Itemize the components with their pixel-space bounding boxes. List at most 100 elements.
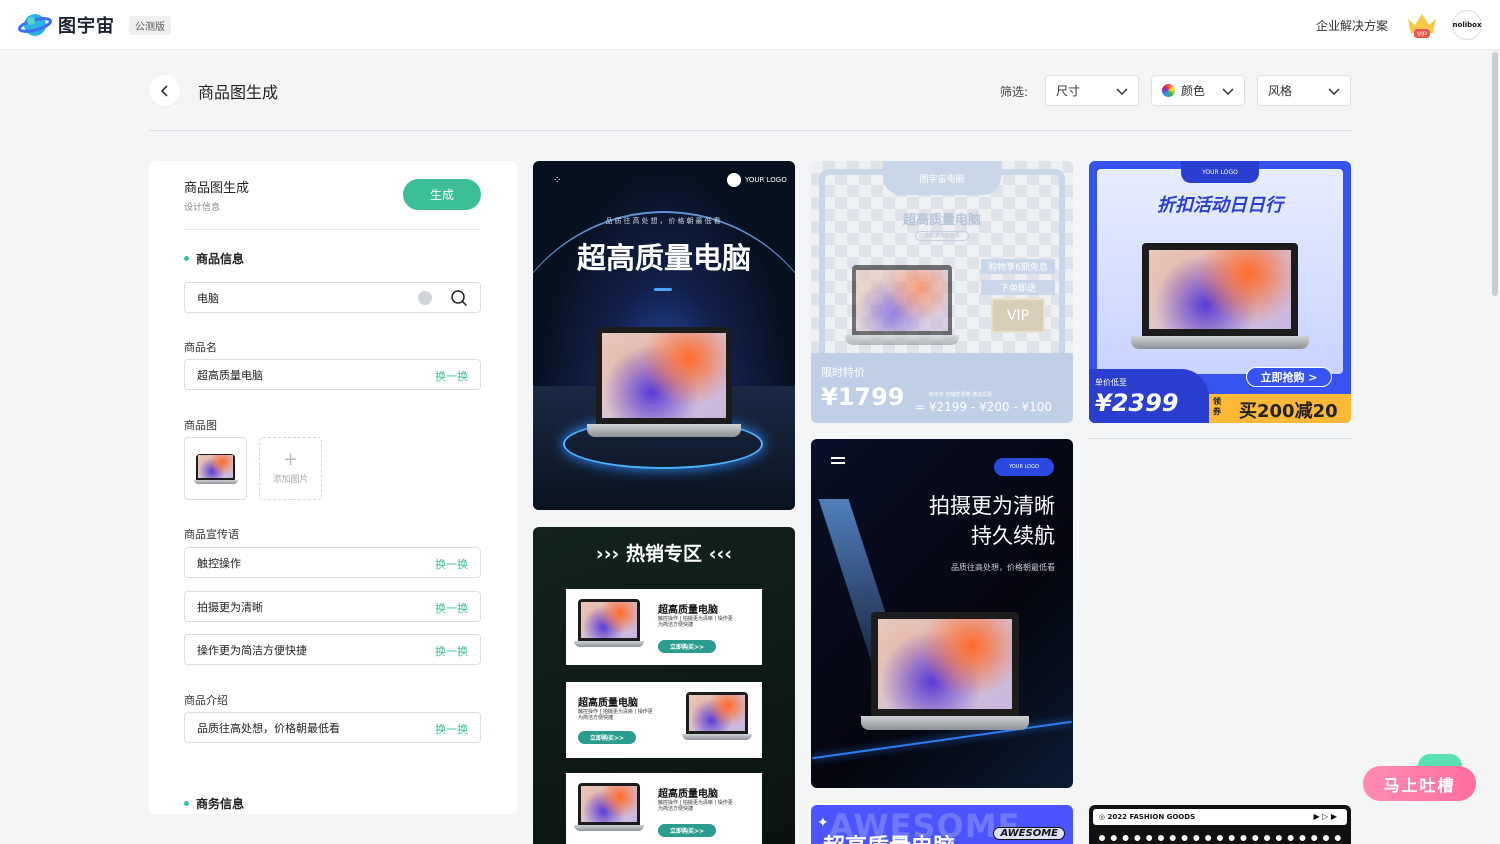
card-title: ››› 热销专区 ‹‹‹ (595, 543, 733, 565)
page-scrollbar[interactable] (1492, 52, 1498, 296)
swap-button[interactable]: 换一换 (435, 643, 468, 659)
enterprise-solutions-link[interactable]: 企业解决方案 (1316, 17, 1388, 34)
item-subtitle: 触控操作 | 拍摄更为清晰 | 操作更为简洁方便快捷 (578, 709, 653, 721)
card-headline-2: 持久续航 (971, 524, 1055, 548)
clear-icon[interactable] (418, 291, 432, 305)
style-select-value: 风格 (1268, 84, 1293, 98)
template-card-5[interactable]: YOUR LOGO 拍摄更为清晰 持久续航 品质往高处想，价格朝最低看 (811, 439, 1073, 788)
color-select[interactable]: 颜色 (1151, 75, 1245, 106)
header-divider (149, 130, 1352, 131)
panel-subtitle: 设计信息 (184, 203, 221, 213)
coupon-text: 买200减20 (1239, 401, 1338, 422)
vip-crown-icon[interactable]: VIP (1406, 11, 1438, 39)
slogan-value: 触控操作 (197, 556, 241, 570)
swap-button[interactable]: 换一换 (435, 556, 468, 572)
card-price-labels: 到手价 店铺优惠券 满减优惠 (929, 392, 993, 398)
back-button[interactable] (149, 75, 180, 106)
add-image-button[interactable]: + 添加图片 (259, 437, 322, 500)
card-price: ¥2399 (1095, 389, 1179, 417)
slogan-field-3[interactable]: 操作更为简洁方便快捷 换一换 (184, 634, 481, 665)
card-tag: 下单即送 (981, 280, 1055, 295)
template-card-3[interactable]: YOUR LOGO 折扣活动日日行 立即抢购 > 单价低至 ¥2399 领券 买… (1089, 161, 1351, 423)
card-badge: AWESOME (993, 827, 1065, 840)
top-nav: 图宇宙 公测版 企业解决方案 VIP nolibox (0, 0, 1500, 50)
laptop-image (574, 599, 644, 647)
slogan-value: 操作更为简洁方便快捷 (197, 643, 307, 657)
item-buy-badge: 立即购买>> (578, 731, 636, 744)
user-avatar[interactable]: nolibox (1452, 10, 1482, 40)
product-item: 超高质量电脑 触控操作 | 拍摄更为清晰 | 操作更为简洁方便快捷 立即购买>> (566, 682, 762, 758)
chevron-down-icon (1116, 88, 1128, 96)
card-price: ¥1799 (821, 383, 905, 411)
item-title: 超高质量电脑 (578, 698, 638, 709)
grid-dots-icon: ⁘ (553, 175, 562, 186)
product-item: 超高质量电脑 触控操作 | 拍摄更为清晰 | 操作更为简洁方便快捷 立即购买>> (566, 773, 762, 844)
beta-badge: 公测版 (129, 15, 171, 35)
intro-value: 品质往高处想，价格朝最低看 (197, 721, 340, 735)
page-title: 商品图生成 (198, 83, 279, 102)
card-title: 超高质量电脑 (823, 829, 955, 844)
laptop-thumbnail-image (193, 453, 238, 484)
laptop-image (1131, 243, 1309, 349)
coupon-label: 领券 (1213, 397, 1221, 416)
add-image-label: 添加图片 (272, 475, 309, 485)
card-header-strip: ◎ 2022 FASHION GOODS (1093, 809, 1347, 825)
slogan-value: 拍摄更为清晰 (197, 600, 263, 614)
slogan-field-2[interactable]: 拍摄更为清晰 换一换 (184, 591, 481, 622)
svg-text:VIP: VIP (1417, 32, 1427, 38)
card-logo: 图宇宙电脑 (883, 161, 1001, 195)
product-item: 超高质量电脑 触控操作 | 拍摄更为清晰 | 操作更为简洁方便快捷 立即购买>> (566, 589, 762, 665)
section-title: 商品信息 (196, 252, 245, 266)
card-logo: YOUR LOGO (1181, 161, 1259, 183)
card-limit-label: 限时特价 (821, 366, 865, 379)
laptop-image (845, 265, 959, 345)
brand-name: 图宇宙 (58, 16, 115, 37)
swap-button[interactable]: 换一换 (435, 368, 468, 384)
card-title: 超高质量电脑 (576, 241, 751, 275)
card-title: 超高质量电脑 (902, 213, 981, 228)
size-select[interactable]: 尺寸 (1045, 75, 1139, 106)
slogan-label: 商品宣传语 (184, 528, 239, 541)
section-product-info: 商品信息 (184, 250, 244, 267)
section-dot-icon (184, 801, 189, 806)
swap-button[interactable]: 换一换 (435, 721, 468, 737)
panel-title: 商品图生成 (184, 181, 250, 196)
product-search-input[interactable]: 电脑 (184, 282, 481, 313)
style-select[interactable]: 风格 (1257, 75, 1351, 106)
filter-label: 筛选: (1000, 85, 1029, 99)
product-image-thumbnail[interactable] (184, 437, 247, 500)
color-select-value: 颜色 (1181, 84, 1206, 98)
template-card-2[interactable]: 图宇宙电脑 超高质量电脑 多款满意的选择 购物享6期免息 下单即送 VIP 限时… (811, 161, 1073, 423)
generate-button[interactable]: 生成 (403, 179, 481, 210)
product-name-field[interactable]: 超高质量电脑 换一换 (184, 359, 481, 390)
card-tagline: 品质往高处想，价格朝最低看 (951, 563, 1055, 572)
template-card-7[interactable]: ◎ 2022 FASHION GOODS ▶ ▷ ▶ (1089, 805, 1351, 844)
card-decoration (1099, 835, 1341, 844)
brand-logo[interactable]: 图宇宙 公测版 (18, 10, 171, 40)
item-title: 超高质量电脑 (658, 605, 718, 616)
template-card-1[interactable]: ⁘ YOUR LOGO 品质往高处想，价格朝最低看 超高质量电脑 (533, 161, 795, 510)
slogan-field-1[interactable]: 触控操作 换一换 (184, 547, 481, 578)
column-divider (1089, 438, 1351, 439)
card-strip-text: ◎ 2022 FASHION GOODS (1099, 813, 1196, 821)
card-title: 折扣活动日日行 (1157, 195, 1283, 216)
template-card-6[interactable]: AWESOME ✦ 超高质量电脑 AWESOME (811, 805, 1073, 844)
card-logo: YOUR LOGO (727, 173, 787, 187)
card-pill: 多款满意的选择 (915, 231, 969, 241)
laptop-image (682, 692, 752, 740)
intro-label: 商品介绍 (184, 694, 228, 707)
card-tagline: 品质往高处想，价格朝最低看 (605, 217, 723, 225)
planet-logo-icon (18, 14, 52, 36)
item-buy-badge: 立即购买>> (658, 640, 716, 653)
plus-icon: + (282, 449, 299, 470)
intro-field[interactable]: 品质往高处想，价格朝最低看 换一换 (184, 712, 481, 743)
unit-price-label: 单价低至 (1095, 378, 1127, 387)
template-card-4[interactable]: ››› 热销专区 ‹‹‹ 超高质量电脑 触控操作 | 拍摄更为清晰 | 操作更为… (533, 527, 795, 844)
logo-mark-icon (727, 173, 741, 187)
search-icon[interactable] (450, 289, 468, 307)
swap-button[interactable]: 换一换 (435, 600, 468, 616)
feedback-button[interactable]: 马上吐槽 (1363, 766, 1476, 801)
section-title: 商务信息 (196, 797, 245, 811)
size-select-value: 尺寸 (1056, 84, 1081, 98)
laptop-image (587, 327, 741, 437)
